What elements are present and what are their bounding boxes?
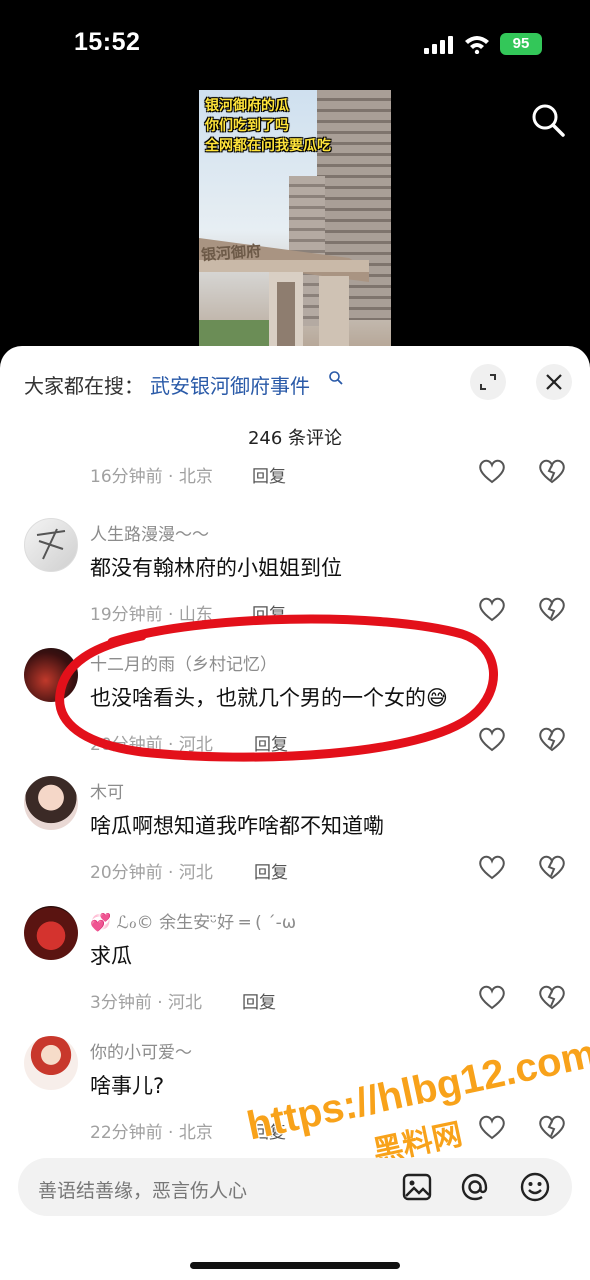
status-bar: 15:52 95 <box>0 0 590 90</box>
caption-line: 你们吃到了吗 <box>205 118 289 134</box>
like-icon[interactable] <box>478 596 506 622</box>
comment-time: 20分钟前 <box>90 735 163 755</box>
meta-separator: · <box>168 863 174 883</box>
comment-author[interactable]: 💞 ℒℴ© 余生安ᵕ̈好 ═ ( ´-ω <box>90 908 296 933</box>
reply-button[interactable]: 回复 <box>254 858 288 883</box>
close-button[interactable] <box>536 364 572 400</box>
comment-input[interactable]: 善语结善缘，恶言伤人心 <box>38 1176 247 1203</box>
wifi-icon <box>465 36 489 54</box>
dislike-icon[interactable] <box>538 854 566 880</box>
comment-author[interactable]: 人生路漫漫～～ <box>90 520 209 545</box>
dislike-icon[interactable] <box>538 1114 566 1140</box>
comment-location: 河北 <box>168 993 203 1013</box>
expand-icon <box>480 374 496 390</box>
cellular-signal-icon <box>424 36 453 54</box>
avatar[interactable] <box>24 518 78 572</box>
avatar[interactable] <box>24 648 78 702</box>
comment-text: 也没啥看头，也就几个男的一个女的😅 <box>90 686 448 710</box>
comment-author[interactable]: 你的小可爱～ <box>90 1038 192 1063</box>
dislike-icon[interactable] <box>538 596 566 622</box>
emoji-icon[interactable] <box>518 1170 552 1204</box>
comment-text: 啥瓜啊想知道我咋啥都不知道嘞 <box>90 814 384 838</box>
meta-separator: · <box>157 993 163 1013</box>
close-icon <box>546 374 562 390</box>
sheet-header: 大家都在搜： 武安银河御府事件 <box>0 346 590 418</box>
comment-meta: 20分钟前 · 河北 <box>90 858 213 883</box>
like-icon[interactable] <box>478 1114 506 1140</box>
gate-sign-text: 银河御府 <box>200 241 262 265</box>
hot-search-prefix: 大家都在搜： <box>24 374 144 398</box>
battery-level: 95 <box>512 35 530 52</box>
video-area[interactable]: 银河御府 银河御府的瓜 你们吃到了吗 全网都在问我要瓜吃 <box>0 90 590 346</box>
image-icon[interactable] <box>400 1170 434 1204</box>
comment-meta: 22分钟前 · 北京 <box>90 1118 213 1143</box>
comment-count: 246 条评论 <box>247 428 343 449</box>
avatar[interactable] <box>24 906 78 960</box>
expand-button[interactable] <box>470 364 506 400</box>
hot-search-term[interactable]: 武安银河御府事件 <box>150 370 310 399</box>
comment-time: 20分钟前 <box>90 863 163 883</box>
reply-button[interactable]: 回复 <box>252 462 286 487</box>
battery-indicator: 95 <box>500 33 542 55</box>
hot-search-icon[interactable] <box>328 370 344 386</box>
comment-meta: 19分钟前 · 山东 <box>90 600 213 625</box>
home-indicator <box>190 1262 400 1269</box>
dislike-icon[interactable] <box>538 726 566 752</box>
comment-meta: 16分钟前 · 北京 <box>90 462 213 487</box>
comment-author[interactable]: 木可 <box>90 778 124 803</box>
like-icon[interactable] <box>478 726 506 752</box>
comment-time: 3分钟前 <box>90 993 152 1013</box>
reply-button[interactable]: 回复 <box>252 600 286 625</box>
comment-meta: 20分钟前 · 河北 <box>90 730 213 755</box>
meta-separator: · <box>168 1123 174 1143</box>
comment-text: 求瓜 <box>90 944 132 968</box>
comment-location: 北京 <box>178 1123 213 1143</box>
reply-button[interactable]: 回复 <box>254 730 288 755</box>
comment-time: 19分钟前 <box>90 605 163 625</box>
meta-separator: · <box>168 467 174 487</box>
search-icon[interactable] <box>530 102 566 138</box>
like-icon[interactable] <box>478 458 506 484</box>
meta-separator: · <box>168 605 174 625</box>
comment-meta: 3分钟前 · 河北 <box>90 988 202 1013</box>
avatar[interactable] <box>24 1036 78 1090</box>
comment-author[interactable]: 十二月的雨（乡村记忆） <box>90 650 277 675</box>
avatar-sketch <box>36 528 66 560</box>
comment-input-bar[interactable]: 善语结善缘，恶言伤人心 <box>18 1158 572 1216</box>
like-icon[interactable] <box>478 854 506 880</box>
comment-location: 北京 <box>178 467 213 487</box>
avatar[interactable] <box>24 776 78 830</box>
comment-location: 河北 <box>178 863 213 883</box>
comment-time: 22分钟前 <box>90 1123 163 1143</box>
comment-time: 16分钟前 <box>90 467 163 487</box>
caption-line: 银河御府的瓜 <box>205 98 289 114</box>
reply-button[interactable]: 回复 <box>242 988 276 1013</box>
comment-location: 河北 <box>178 735 213 755</box>
comment-location: 山东 <box>178 605 213 625</box>
status-time: 15:52 <box>74 28 141 56</box>
video-thumbnail[interactable]: 银河御府 银河御府的瓜 你们吃到了吗 全网都在问我要瓜吃 <box>199 90 391 346</box>
comment-text: 都没有翰林府的小姐姐到位 <box>90 556 342 580</box>
gate-illustration <box>199 238 369 346</box>
dislike-icon[interactable] <box>538 458 566 484</box>
comment-text: 啥事儿? <box>90 1074 165 1098</box>
mention-icon[interactable] <box>458 1170 492 1204</box>
video-caption: 银河御府的瓜 你们吃到了吗 全网都在问我要瓜吃 <box>205 96 331 156</box>
dislike-icon[interactable] <box>538 984 566 1010</box>
meta-separator: · <box>168 735 174 755</box>
caption-line: 全网都在问我要瓜吃 <box>205 138 331 154</box>
like-icon[interactable] <box>478 984 506 1010</box>
